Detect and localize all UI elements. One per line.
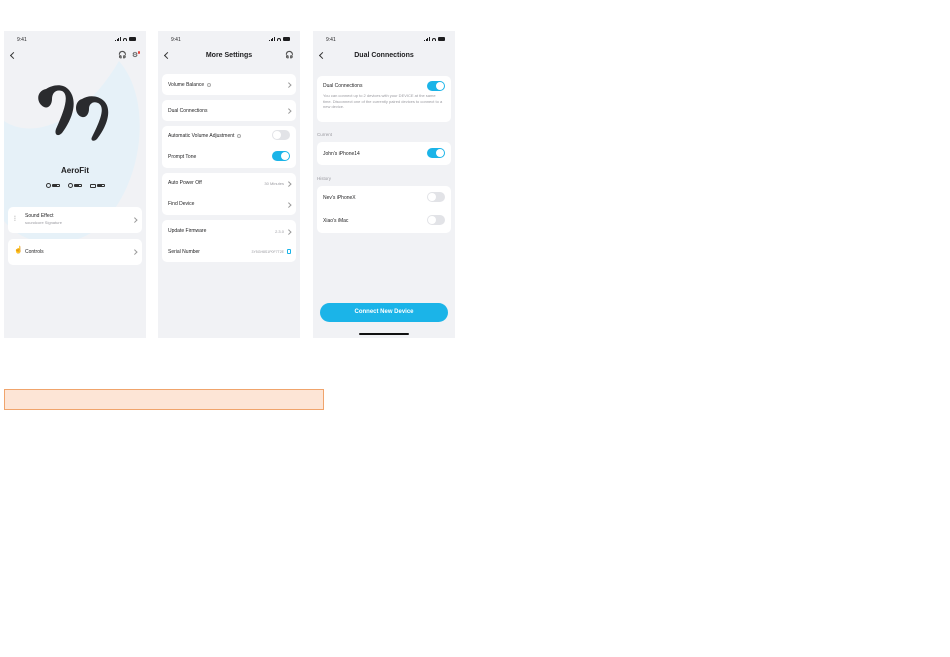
signal-icon <box>115 37 121 41</box>
controls-label: Controls <box>25 249 44 255</box>
equalizer-icon: ⫶ <box>14 216 16 223</box>
case-battery <box>89 183 105 188</box>
dual-connections-description: You can connect up to 2 devices with you… <box>323 93 443 109</box>
page-title: Dual Connections <box>354 52 414 59</box>
controls-card[interactable]: ☝ Controls <box>8 239 142 265</box>
dual-connections-row[interactable]: Dual Connections <box>162 100 296 121</box>
serial-number-value: 3Y5GH8S1P0F7T2E <box>251 250 285 254</box>
battery-level-icon <box>73 183 82 188</box>
home-indicator <box>359 333 409 335</box>
firmware-version-value: 2.3.0 <box>275 229 284 234</box>
serial-number-row: Serial Number 3Y5GH8S1P0F7T2E <box>162 241 296 262</box>
list-item[interactable]: Xiao's iMac <box>317 209 451 233</box>
back-button[interactable] <box>9 51 18 60</box>
volume-balance-label: Volume Balance <box>168 82 205 88</box>
earbuds-image <box>38 85 109 141</box>
battery-icon <box>129 37 136 41</box>
auto-power-off-value: 30 Minutes <box>264 181 284 186</box>
toggles-card: Automatic Volume Adjustment Prompt Tone <box>162 126 296 168</box>
battery-icon <box>438 37 445 41</box>
sound-effect-label: Sound Effect <box>25 213 54 219</box>
headphones-icon[interactable]: 🎧 <box>285 52 294 60</box>
page-title: More Settings <box>205 52 253 59</box>
current-device-toggle[interactable] <box>427 148 445 158</box>
dual-connections-card: Dual Connections You can connect up to 2… <box>317 76 451 122</box>
right-battery <box>67 183 82 188</box>
wifi-icon <box>123 37 127 41</box>
list-item[interactable]: Nev's iPhoneX <box>317 186 451 209</box>
history-device-toggle[interactable] <box>427 192 445 202</box>
status-bar: 9:41 <box>158 37 300 45</box>
hand-tap-icon: ☝ <box>14 247 23 254</box>
product-name: AeroFit <box>61 166 89 175</box>
auto-volume-toggle[interactable] <box>272 130 290 140</box>
dual-connections-screen: 9:41 Dual Connections Dual Connections Y… <box>313 31 455 338</box>
wifi-icon <box>277 37 281 41</box>
sound-effect-subtitle: soundcore Signature <box>25 220 62 225</box>
status-time: 9:41 <box>171 37 181 43</box>
battery-icon <box>283 37 290 41</box>
left-earbud-icon <box>45 183 51 188</box>
right-earbud-icon <box>67 183 73 188</box>
auto-volume-label: Automatic Volume Adjustment <box>168 133 235 139</box>
device-home-screen: 9:41 🎧 ⚙ AeroFit ⫶ Sound Effect soundcor… <box>4 31 146 338</box>
find-device-label: Find Device <box>168 201 195 207</box>
firmware-card: Update Firmware 2.3.0 Serial Number 3Y5G… <box>162 220 296 262</box>
chevron-right-icon <box>131 249 137 255</box>
update-firmware-row[interactable]: Update Firmware 2.3.0 <box>162 220 296 241</box>
history-section-header: History <box>317 176 332 181</box>
wifi-icon <box>432 37 436 41</box>
find-device-row[interactable]: Find Device <box>162 194 296 215</box>
battery-level-icon <box>51 183 60 188</box>
highlight-bar <box>4 389 324 410</box>
sound-effect-card[interactable]: ⫶ Sound Effect soundcore Signature <box>8 207 142 233</box>
volume-balance-text: Volume Balance <box>168 82 290 88</box>
power-find-card: Auto Power Off 30 Minutes Find Device <box>162 173 296 215</box>
status-time: 9:41 <box>17 37 27 43</box>
dual-connections-label: Dual Connections <box>168 108 208 114</box>
copy-icon[interactable] <box>287 249 291 254</box>
more-settings-screen: 9:41 More Settings 🎧 Volume Balance Dual… <box>158 31 300 338</box>
info-icon[interactable] <box>237 133 242 138</box>
status-time: 9:41 <box>326 37 336 43</box>
battery-row <box>4 183 146 188</box>
current-section-header: Current <box>317 132 333 137</box>
settings-notification-dot <box>137 51 140 54</box>
signal-icon <box>269 37 275 41</box>
info-icon[interactable] <box>207 82 212 87</box>
history-device-list: Nev's iPhoneX Xiao's iMac <box>317 186 451 233</box>
dual-connections-toggle[interactable] <box>427 81 445 91</box>
status-bar: 9:41 <box>313 37 455 45</box>
headphones-icon[interactable]: 🎧 <box>118 52 127 60</box>
battery-level-icon <box>96 183 105 188</box>
history-device-toggle[interactable] <box>427 215 445 225</box>
connect-new-device-button[interactable]: Connect New Device <box>320 303 448 322</box>
status-bar: 9:41 <box>4 37 146 45</box>
case-icon <box>89 183 96 188</box>
chevron-right-icon <box>131 217 137 223</box>
prompt-tone-toggle[interactable] <box>272 151 290 161</box>
update-firmware-label: Update Firmware <box>168 228 207 234</box>
signal-icon <box>424 37 430 41</box>
left-battery <box>45 183 60 188</box>
auto-power-off-row[interactable]: Auto Power Off 30 Minutes <box>162 173 296 194</box>
volume-balance-row[interactable]: Volume Balance <box>162 74 296 95</box>
current-device-row[interactable]: John's iPhone14 <box>317 142 451 165</box>
